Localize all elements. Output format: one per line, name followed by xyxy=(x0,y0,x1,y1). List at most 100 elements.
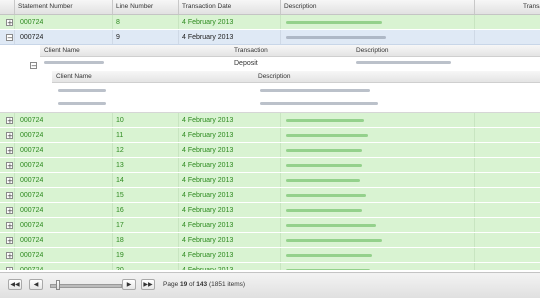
statement-number-cell: 000724 xyxy=(20,132,44,139)
transaction-date-cell: 4 February 2013 xyxy=(182,177,234,184)
statement-number-cell: 000724 xyxy=(20,207,44,214)
table-row[interactable]: +000724 13 4 February 2013 xyxy=(0,158,540,173)
column-header-statement-number[interactable]: Statement Number xyxy=(14,0,114,14)
transaction-date-cell: 4 February 2013 xyxy=(182,147,234,154)
redacted-description xyxy=(286,119,364,122)
redacted-description xyxy=(286,36,386,39)
transaction-date-cell: 4 February 2013 xyxy=(182,19,234,26)
statement-number-cell: 000724 xyxy=(20,34,44,41)
column-header-transaction[interactable]: Transa xyxy=(474,0,540,14)
collapse-toggle[interactable]: − xyxy=(6,34,13,42)
transaction-date-cell: 4 February 2013 xyxy=(182,132,234,139)
column-header-transaction-date[interactable]: Transaction Date xyxy=(178,0,280,14)
expand-toggle[interactable]: + xyxy=(6,132,13,140)
table-row[interactable]: +000724 16 4 February 2013 xyxy=(0,203,540,218)
previous-page-button[interactable]: ◀ xyxy=(29,279,43,290)
statement-number-cell: 000724 xyxy=(20,147,44,154)
transaction-type-cell: Deposit xyxy=(234,60,258,67)
table-row[interactable]: +000724 19 4 February 2013 xyxy=(0,248,540,263)
transaction-date-cell: 4 February 2013 xyxy=(182,237,234,244)
line-number-cell: 20 xyxy=(116,263,124,270)
transaction-date-cell: 4 February 2013 xyxy=(182,192,234,199)
redacted-description xyxy=(286,149,362,152)
last-page-button[interactable]: ▶▶ xyxy=(141,279,155,290)
line-number-cell: 16 xyxy=(116,207,124,214)
table-row[interactable]: +000724 12 4 February 2013 xyxy=(0,143,540,158)
table-row[interactable]: + 000724 8 4 February 2013 xyxy=(0,15,540,30)
redacted-client-name xyxy=(58,89,106,92)
line-number-cell: 14 xyxy=(116,177,124,184)
expand-toggle[interactable]: + xyxy=(6,147,13,155)
page-slider-track[interactable] xyxy=(50,284,122,288)
statement-number-cell: 000724 xyxy=(20,263,43,270)
total-pages: 143 xyxy=(196,281,208,288)
grid-header: Statement Number Line Number Transaction… xyxy=(0,0,540,15)
expand-toggle[interactable]: + xyxy=(6,207,13,215)
expand-toggle[interactable]: + xyxy=(6,19,13,27)
table-row[interactable]: +000724 11 4 February 2013 xyxy=(0,128,540,143)
redacted-client-name xyxy=(58,102,106,105)
collapse-toggle[interactable]: − xyxy=(30,62,37,70)
detail-header-client-name[interactable]: Client Name xyxy=(44,45,80,57)
line-number-cell: 13 xyxy=(116,162,124,169)
redacted-description xyxy=(286,164,362,167)
line-number-cell: 15 xyxy=(116,192,124,199)
expand-toggle[interactable]: + xyxy=(6,222,13,230)
page-slider-thumb[interactable] xyxy=(56,280,60,290)
expand-toggle[interactable]: + xyxy=(6,177,13,185)
table-row-selected[interactable]: − 000724 9 4 February 2013 xyxy=(0,30,540,45)
expand-toggle[interactable]: + xyxy=(6,237,13,245)
redacted-description xyxy=(286,269,370,270)
redacted-description xyxy=(286,179,360,182)
transaction-date-cell: 4 February 2013 xyxy=(182,207,234,214)
pager: ◀◀ ◀ ▶ ▶▶ Page 19 of 143 (1851 items) xyxy=(0,272,540,298)
line-number-cell: 8 xyxy=(116,19,120,26)
redacted-description xyxy=(286,239,382,242)
nested-header-client-name[interactable]: Client Name xyxy=(56,71,92,83)
transactions-grid: Statement Number Line Number Transaction… xyxy=(0,0,540,270)
statement-number-cell: 000724 xyxy=(20,177,44,184)
table-row[interactable]: +000724 17 4 February 2013 xyxy=(0,218,540,233)
next-page-button[interactable]: ▶ xyxy=(122,279,136,290)
line-number-cell: 9 xyxy=(116,34,120,41)
nested-header-description[interactable]: Description xyxy=(258,71,291,83)
first-page-button[interactable]: ◀◀ xyxy=(8,279,22,290)
table-row[interactable]: +000724 10 4 February 2013 xyxy=(0,113,540,128)
table-row[interactable]: +000724 18 4 February 2013 xyxy=(0,233,540,248)
statement-number-cell: 000724 xyxy=(20,192,44,199)
table-row[interactable]: +000724 14 4 February 2013 xyxy=(0,173,540,188)
detail-header-description[interactable]: Description xyxy=(356,45,389,57)
page-info: Page 19 of 143 (1851 items) xyxy=(163,281,246,288)
redacted-description xyxy=(260,102,378,105)
table-row[interactable]: +000724 15 4 February 2013 xyxy=(0,188,540,203)
line-number-cell: 11 xyxy=(116,132,124,139)
transaction-date-cell: 4 February 2013 xyxy=(182,252,234,259)
redacted-description xyxy=(356,61,451,64)
statement-number-cell: 000724 xyxy=(20,19,44,26)
transaction-date-cell: 4 February 2013 xyxy=(182,117,234,124)
redacted-description xyxy=(260,89,370,92)
expand-toggle[interactable]: + xyxy=(6,117,13,125)
expand-toggle[interactable]: + xyxy=(6,267,13,270)
redacted-description xyxy=(286,134,368,137)
statement-number-cell: 000724 xyxy=(20,162,44,169)
column-header-description[interactable]: Description xyxy=(280,0,474,14)
redacted-description xyxy=(286,21,382,24)
transaction-date-cell: 4 February 2013 xyxy=(182,162,234,169)
transaction-date-cell: 4 February 2013 xyxy=(182,222,234,229)
redacted-description xyxy=(286,194,366,197)
line-number-cell: 19 xyxy=(116,252,124,259)
detail-header-transaction[interactable]: Transaction xyxy=(234,45,268,57)
line-number-cell: 18 xyxy=(116,237,124,244)
line-number-cell: 17 xyxy=(116,222,124,229)
line-number-cell: 12 xyxy=(116,147,124,154)
line-number-cell: 10 xyxy=(116,117,124,124)
transaction-date-cell: 4 February 2013 xyxy=(182,263,233,270)
expand-toggle[interactable]: + xyxy=(6,192,13,200)
statement-number-cell: 000724 xyxy=(20,117,44,124)
expand-toggle[interactable]: + xyxy=(6,252,13,260)
redacted-description xyxy=(286,224,376,227)
expand-toggle[interactable]: + xyxy=(6,162,13,170)
table-row[interactable]: +000724 20 4 February 2013 xyxy=(0,263,540,270)
column-header-line-number[interactable]: Line Number xyxy=(112,0,180,14)
